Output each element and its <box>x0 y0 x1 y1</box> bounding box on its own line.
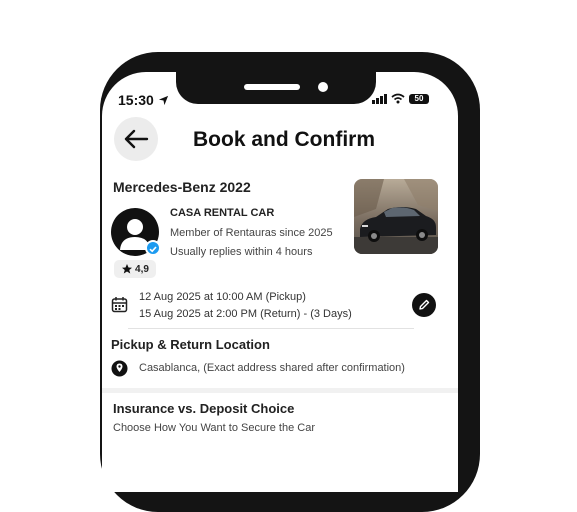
car-name: Mercedes-Benz 2022 <box>113 179 251 195</box>
host-reply-time: Usually replies within 4 hours <box>170 246 313 258</box>
battery-level: 50 <box>414 93 424 103</box>
divider <box>128 328 414 329</box>
wifi-icon <box>391 93 405 104</box>
insurance-title: Insurance vs. Deposit Choice <box>113 401 295 416</box>
car-photo <box>354 179 438 254</box>
insurance-subtitle: Choose How You Want to Secure the Car <box>113 422 315 434</box>
star-icon <box>122 264 133 274</box>
signal-icon <box>372 93 387 104</box>
location-title: Pickup & Return Location <box>111 337 270 352</box>
back-button[interactable] <box>114 117 158 161</box>
status-time: 15:30 <box>118 92 169 108</box>
calendar-icon <box>111 297 128 313</box>
rating-value: 4,9 <box>135 263 149 275</box>
host-rating: 4,9 <box>114 260 156 278</box>
back-arrow-icon <box>124 129 149 149</box>
status-icons: 50 <box>372 93 429 104</box>
page-title: Book and Confirm <box>193 128 375 151</box>
map-pin-icon <box>111 360 128 377</box>
verified-check-icon <box>145 240 161 256</box>
status-time-text: 15:30 <box>118 92 154 108</box>
section-separator <box>102 388 458 393</box>
host-member-since: Member of Rentauras since 2025 <box>170 227 333 239</box>
phone-speaker <box>244 84 300 90</box>
location-arrow-icon <box>158 95 168 106</box>
host-company: CASA RENTAL CAR <box>170 207 275 219</box>
pencil-icon <box>419 299 430 310</box>
pickup-date: 12 Aug 2025 at 10:00 AM (Pickup) <box>139 291 306 303</box>
return-date: 15 Aug 2025 at 2:00 PM (Return) - (3 Day… <box>139 308 352 320</box>
battery-icon: 50 <box>409 93 429 104</box>
location-text: Casablanca, (Exact address shared after … <box>139 362 405 374</box>
edit-dates-button[interactable] <box>412 293 436 317</box>
phone-camera <box>318 82 328 92</box>
